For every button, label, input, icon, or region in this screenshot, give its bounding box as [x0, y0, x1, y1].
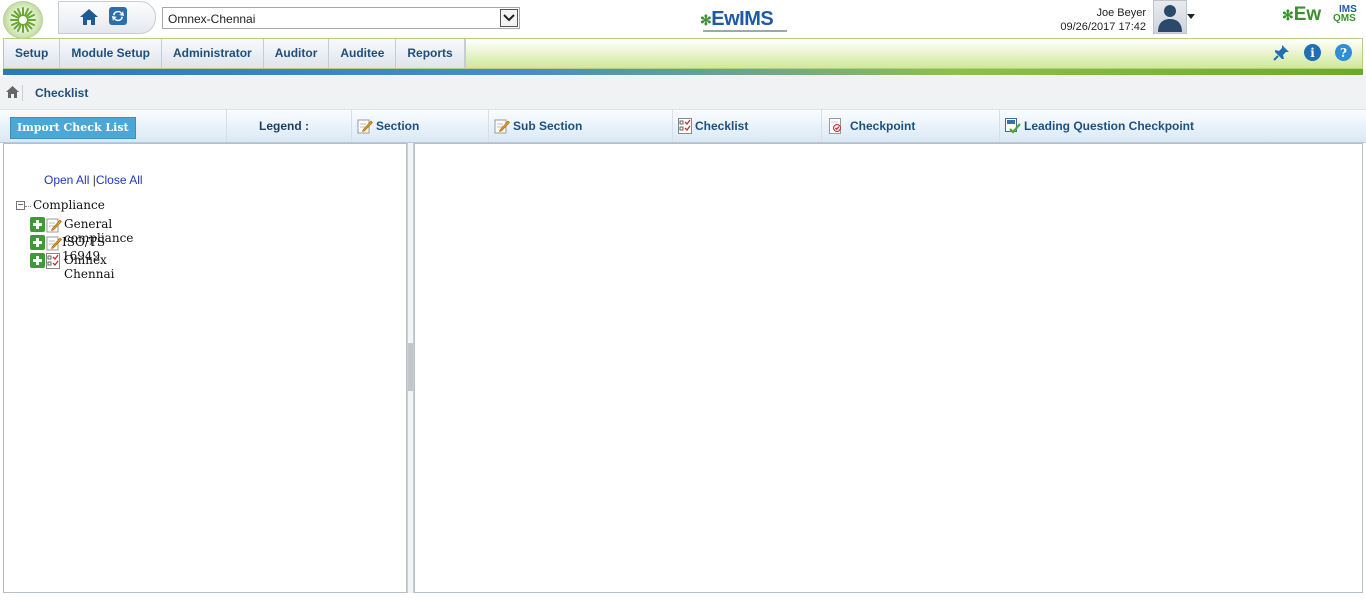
checkpoint-icon [829, 118, 841, 134]
expand-icon[interactable] [30, 253, 45, 268]
top-header: Omnex-Chennai ✻EwIMS Joe Beyer 09/26/201… [0, 0, 1366, 39]
breadcrumb-home-icon[interactable] [6, 86, 19, 101]
chevron-down-icon[interactable] [500, 9, 518, 27]
user-datetime: 09/26/2017 17:42 [1060, 21, 1146, 33]
checklist-tree: − Compliance General compliance ISO/TS 1… [16, 198, 133, 281]
pin-icon[interactable] [1273, 44, 1290, 64]
legend-item-section: Section [357, 118, 419, 134]
tree-root-label: Compliance [33, 198, 105, 212]
close-all-link[interactable]: Close All [96, 173, 143, 187]
nav-tab-module-setup[interactable]: Module Setup [60, 39, 163, 68]
user-name: Joe Beyer [1096, 7, 1146, 19]
nav-tab-auditor[interactable]: Auditor [264, 39, 330, 68]
home-icon[interactable] [79, 7, 99, 30]
legend-label: Legend : [259, 119, 309, 133]
tree-root[interactable]: − Compliance [16, 198, 105, 216]
app-logo[interactable] [3, 1, 43, 39]
detail-pane [414, 143, 1363, 593]
sunburst-icon [10, 7, 36, 33]
import-checklist-button[interactable]: Import Check List [10, 117, 136, 139]
tree-pane: Open All |Close All − Compliance General… [3, 143, 407, 593]
legend-item-checklist: Checklist [678, 118, 748, 134]
expand-icon[interactable] [30, 235, 45, 250]
site-select-value: Omnex-Chennai [168, 12, 256, 26]
main-nav: Setup Module Setup Administrator Auditor… [3, 38, 1363, 69]
checklist-icon [46, 253, 60, 272]
nav-stripe [3, 69, 1363, 75]
pane-splitter[interactable] [407, 143, 414, 593]
legend-item-leading-question-checkpoint: Leading Question Checkpoint [1005, 118, 1194, 134]
nav-tab-setup[interactable]: Setup [4, 39, 61, 68]
legend-bar: Import Check List Legend : Section Sub S… [0, 110, 1366, 143]
avatar[interactable] [1153, 0, 1187, 34]
home-refresh-group [58, 1, 156, 34]
info-icon[interactable]: i [1304, 44, 1321, 61]
section-icon [46, 235, 62, 254]
sub-section-icon [494, 119, 510, 134]
section-icon [46, 217, 62, 236]
collapse-icon[interactable]: − [16, 201, 25, 210]
section-icon [357, 119, 373, 134]
nav-tab-administrator[interactable]: Administrator [162, 39, 264, 68]
refresh-icon[interactable] [109, 7, 127, 28]
open-all-link[interactable]: Open All [44, 173, 89, 187]
splitter-grip[interactable] [408, 343, 413, 391]
expand-icon[interactable] [30, 217, 45, 232]
breadcrumb: Checklist [0, 76, 1366, 110]
leading-question-checkpoint-icon [1005, 118, 1021, 134]
nav-tab-reports[interactable]: Reports [396, 39, 465, 68]
nav-actions: i ? [1273, 44, 1352, 64]
user-icon [1158, 5, 1182, 32]
page-title: Checklist [35, 86, 89, 100]
site-select[interactable]: Omnex-Chennai [162, 7, 520, 29]
legend-item-checkpoint: Checkpoint [828, 118, 915, 134]
tree-node-label[interactable]: Omnex Chennai [64, 253, 114, 281]
qms-logo: ✻Ew IMS QMS [1282, 4, 1357, 25]
tree-controls: Open All |Close All [44, 173, 143, 187]
nav-tabs: Setup Module Setup Administrator Auditor… [4, 39, 466, 68]
product-logo: ✻EwIMS [700, 8, 787, 32]
legend-item-sub-section: Sub Section [494, 118, 582, 134]
checklist-icon [678, 118, 692, 134]
nav-tab-auditee[interactable]: Auditee [329, 39, 397, 68]
user-info: Joe Beyer 09/26/2017 17:42 [1060, 6, 1146, 34]
help-icon[interactable]: ? [1335, 44, 1352, 61]
user-menu-caret-icon[interactable] [1187, 14, 1195, 19]
